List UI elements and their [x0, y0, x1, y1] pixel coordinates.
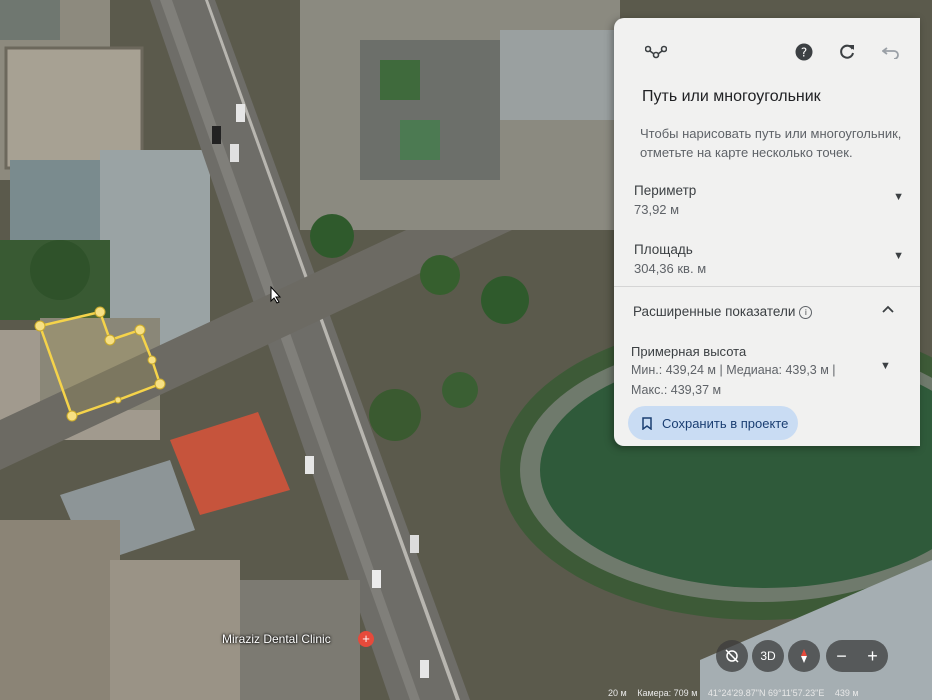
- save-button-label: Сохранить в проекте: [662, 415, 789, 431]
- ground-elevation: 439 м: [834, 688, 859, 698]
- compass-icon[interactable]: [788, 640, 820, 672]
- status-bar: 20 м Камера: 709 м 41°24'29.87"N 69°11'5…: [608, 688, 867, 698]
- scale-label: 20 м: [608, 688, 627, 698]
- coordinates: 41°24'29.87"N 69°11'57.23"E: [707, 688, 825, 698]
- chevron-up-icon[interactable]: [882, 305, 894, 313]
- camera-altitude: Камера: 709 м: [637, 688, 698, 698]
- save-to-project-button[interactable]: Сохранить в проекте: [628, 406, 798, 440]
- bookmark-icon: [642, 416, 652, 430]
- area-row[interactable]: Площадь 304,36 кв. м ▼: [634, 242, 918, 276]
- refresh-icon[interactable]: [835, 40, 859, 64]
- panel-hint: Чтобы нарисовать путь или многоугольник,…: [640, 126, 902, 160]
- area-label: Площадь: [634, 242, 693, 257]
- advanced-stats-title: Расширенные показатели: [633, 304, 796, 319]
- elevation-stats-line2: Макс.: 439,37 м: [631, 383, 722, 397]
- poi-pin-icon[interactable]: +: [358, 631, 374, 647]
- panel-title: Путь или многоугольник: [642, 88, 821, 105]
- undo-icon[interactable]: [879, 40, 903, 64]
- mouse-cursor-icon: [270, 286, 282, 304]
- elevation-block[interactable]: Примерная высота Мин.: 439,24 м | Медиан…: [631, 344, 881, 399]
- zoom-out-button[interactable]: −: [836, 646, 847, 667]
- perimeter-value: 73,92 м: [634, 202, 680, 217]
- zoom-in-button[interactable]: +: [867, 646, 878, 667]
- area-value: 304,36 кв. м: [634, 261, 707, 276]
- elevation-label: Примерная высота: [631, 344, 747, 359]
- chevron-down-icon: ▼: [893, 191, 904, 203]
- perimeter-row[interactable]: Периметр 73,92 м ▼: [634, 183, 918, 217]
- chevron-down-icon[interactable]: ▼: [880, 360, 891, 372]
- help-icon[interactable]: ?: [792, 40, 816, 64]
- poi-label[interactable]: Miraziz Dental Clinic: [222, 632, 331, 646]
- info-icon[interactable]: i: [799, 306, 813, 319]
- measure-panel: ? Путь или многоугольник Чтобы нарисоват…: [614, 18, 920, 446]
- chevron-down-icon: ▼: [893, 250, 904, 262]
- view-3d-button[interactable]: 3D: [752, 640, 784, 672]
- zoom-control: − +: [826, 640, 888, 672]
- elevation-stats-line1: Мин.: 439,24 м | Медиана: 439,3 м |: [631, 363, 836, 377]
- compass-reset-icon[interactable]: [716, 640, 748, 672]
- perimeter-label: Периметр: [634, 183, 697, 198]
- svg-text:?: ?: [801, 46, 807, 60]
- advanced-stats-header[interactable]: Расширенные показатели i: [633, 304, 813, 319]
- divider: [614, 286, 920, 287]
- path-icon[interactable]: [644, 40, 668, 64]
